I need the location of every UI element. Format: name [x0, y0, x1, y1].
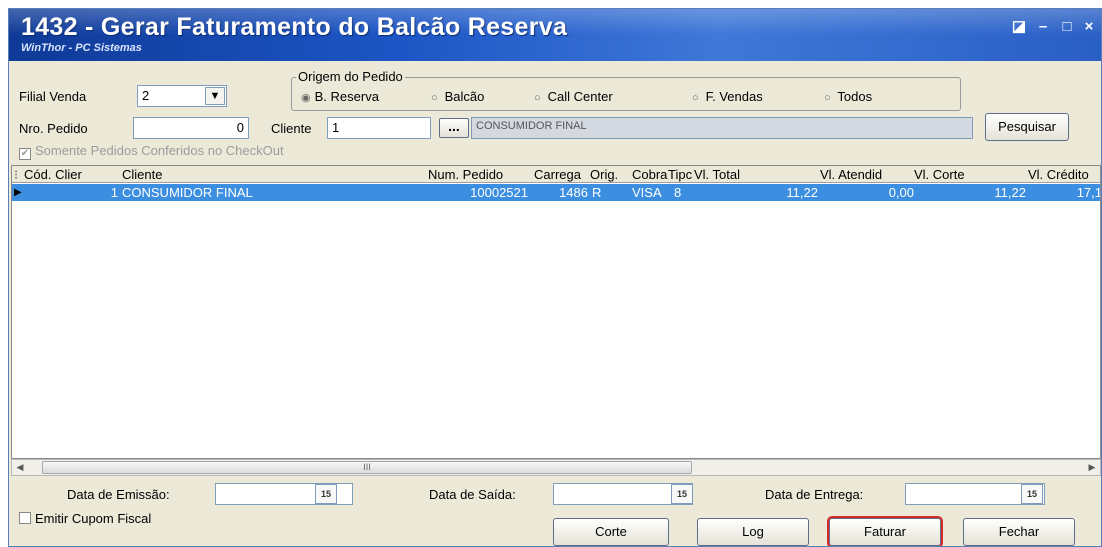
window-subtitle: WinThor - PC Sistemas [21, 42, 142, 54]
title-bar[interactable]: 1432 - Gerar Faturamento do Balcão Reser… [9, 9, 1101, 61]
window-title: 1432 - Gerar Faturamento do Balcão Reser… [21, 13, 568, 41]
cliente-name-field: CONSUMIDOR FINAL [471, 117, 973, 139]
calendar-icon[interactable]: 15 [1021, 484, 1043, 504]
main-window: 1432 - Gerar Faturamento do Balcão Reser… [8, 8, 1102, 547]
col-vl-atendido[interactable]: Vl. Atendid [818, 166, 912, 183]
cell-cliente: CONSUMIDOR FINAL [122, 185, 253, 200]
col-num-pedido[interactable]: Num. Pedido [426, 166, 534, 183]
cell-cobranca: VISA [632, 185, 662, 200]
radio-icon: ○ [824, 92, 831, 104]
cliente-input[interactable]: 1 [327, 117, 431, 139]
radio-f-vendas[interactable]: ○ F. Vendas [692, 89, 763, 104]
pesquisar-button[interactable]: Pesquisar [985, 113, 1069, 141]
cell-vl-total: 11,22 [786, 185, 818, 200]
cell-num-pedido: 10002521 [470, 185, 528, 200]
col-carrega[interactable]: Carrega [532, 166, 590, 183]
cell-carrega: 1486 [559, 185, 588, 200]
cell-vl-atendido: 0,00 [888, 185, 914, 200]
somente-conferidos-checkbox[interactable]: ✔ Somente Pedidos Conferidos no CheckOut [19, 143, 284, 160]
chevron-down-icon[interactable]: ▼ [205, 87, 225, 105]
emitir-cupom-checkbox[interactable]: Emitir Cupom Fiscal [19, 511, 151, 526]
corte-button[interactable]: Corte [553, 518, 669, 546]
calendar-icon[interactable]: 15 [315, 484, 337, 504]
checkbox-checked-icon: ✔ [19, 148, 31, 160]
filial-value: 2 [142, 88, 150, 103]
col-vl-corte[interactable]: Vl. Corte [912, 166, 996, 183]
restore-icon[interactable]: ◪ [1009, 17, 1029, 37]
close-button[interactable]: × [1079, 17, 1099, 37]
row-pointer-icon: ▶ [14, 187, 22, 198]
scroll-thumb[interactable]: III [42, 461, 692, 474]
filial-label: Filial Venda [19, 89, 87, 104]
col-orig[interactable]: Orig. [588, 166, 632, 183]
cell-orig: R [592, 185, 602, 200]
col-vl-total[interactable]: Vl. Total [692, 166, 812, 183]
entrega-label: Data de Entrega: [765, 487, 864, 502]
pedido-input[interactable]: 0 [133, 117, 249, 139]
cliente-label: Cliente [271, 121, 312, 136]
radio-todos[interactable]: ○ Todos [824, 89, 872, 104]
table-row[interactable]: ▶ 1 CONSUMIDOR FINAL 10002521 1486 R VIS… [12, 184, 1100, 201]
grid-header: ⁝ Cód. Clier Cliente Num. Pedido Carrega… [12, 166, 1100, 183]
origem-title: Origem do Pedido [296, 69, 405, 84]
calendar-icon[interactable]: 15 [671, 484, 693, 504]
col-cobranca[interactable]: Cobra [630, 166, 668, 183]
pedidos-grid[interactable]: ⁝ Cód. Clier Cliente Num. Pedido Carrega… [11, 165, 1101, 459]
checkbox-unchecked-icon [19, 512, 31, 524]
radio-selected-icon: ◉ [301, 92, 311, 104]
scroll-right-icon[interactable]: ▶ [1084, 460, 1100, 475]
col-cod-cliente[interactable]: Cód. Clier [22, 166, 126, 183]
cell-tipo: 8 [674, 185, 682, 200]
col-vl-credito[interactable]: Vl. Crédito [1026, 166, 1100, 183]
minimize-button[interactable]: – [1033, 17, 1053, 37]
scroll-left-icon[interactable]: ◀ [12, 460, 28, 475]
fechar-button[interactable]: Fechar [963, 518, 1075, 546]
horizontal-scrollbar[interactable]: ◀ III ▶ [11, 459, 1101, 476]
cell-cod-cliente: 1 [110, 185, 118, 200]
cliente-lookup-button[interactable]: ... [439, 118, 469, 138]
radio-icon: ○ [431, 92, 438, 104]
faturar-button[interactable]: Faturar [827, 516, 943, 546]
radio-balcao[interactable]: ○ Balcão [431, 89, 484, 104]
maximize-button[interactable]: □ [1057, 17, 1077, 37]
radio-call-center[interactable]: ○ Call Center [534, 89, 613, 104]
cell-vl-corte: 11,22 [994, 185, 1026, 200]
cell-vl-credito: 17,1 [1076, 185, 1101, 200]
radio-icon: ○ [534, 92, 541, 104]
emissao-label: Data de Emissão: [67, 487, 170, 502]
log-button[interactable]: Log [697, 518, 809, 546]
col-cliente[interactable]: Cliente [120, 166, 430, 183]
radio-icon: ○ [692, 92, 699, 104]
pedido-label: Nro. Pedido [19, 121, 88, 136]
radio-b-reserva[interactable]: ◉ B. Reserva [301, 89, 379, 104]
saida-label: Data de Saída: [429, 487, 516, 502]
